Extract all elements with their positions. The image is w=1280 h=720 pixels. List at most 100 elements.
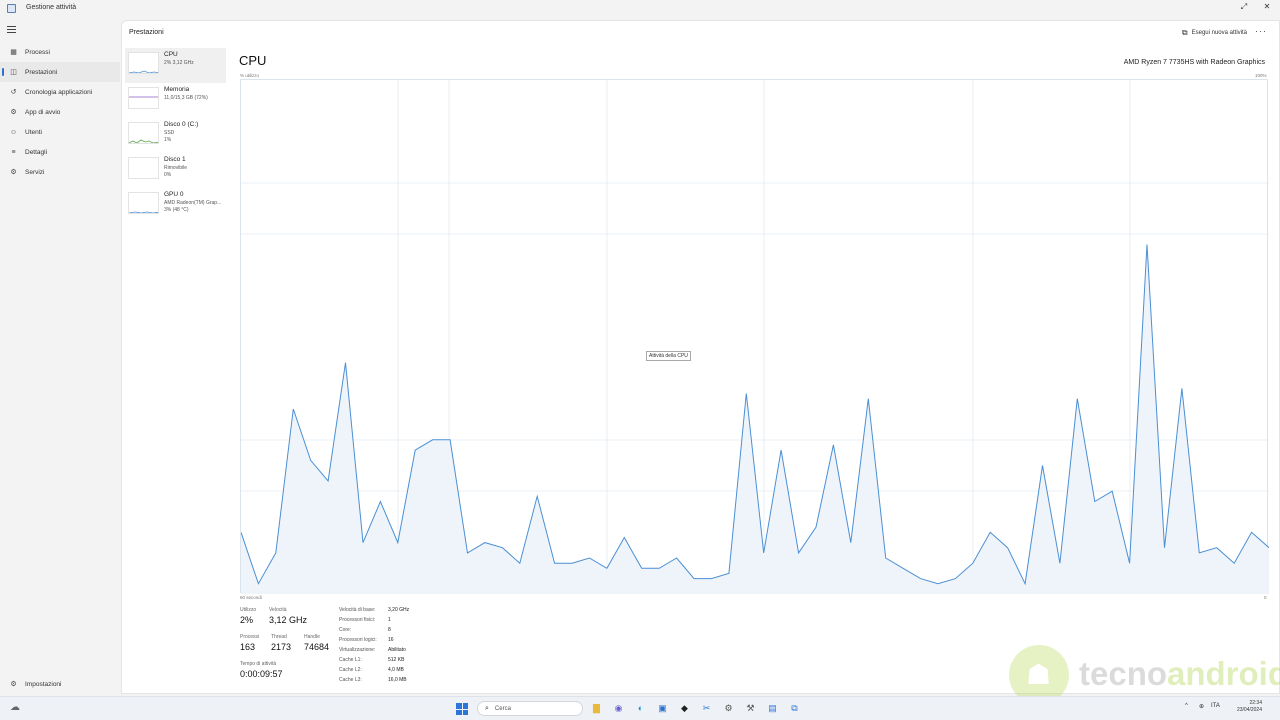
utilization-value: 2%: [240, 615, 254, 625]
weather-icon[interactable]: ☁: [10, 702, 20, 713]
remote-icon[interactable]: ⧉: [788, 702, 801, 715]
cpu-utilization-graph[interactable]: Attività della CPU: [240, 79, 1269, 594]
android-robot-icon: ☗: [1026, 659, 1052, 690]
tray-language[interactable]: ITA: [1211, 703, 1220, 709]
perf-item-name: Memoria: [164, 86, 190, 93]
title-bar: Gestione attività ⤢ ✕: [0, 0, 1280, 18]
task-manager-icon[interactable]: ▤: [766, 702, 779, 715]
taskbar-search[interactable]: ⌕ Cerca: [477, 701, 583, 716]
network-icon[interactable]: ⊕: [1199, 703, 1204, 710]
detail-label: Velocità di base:: [339, 607, 376, 613]
detail-value: 512 KB: [388, 657, 405, 663]
clock[interactable]: 22:34 23/04/2024: [1228, 700, 1262, 714]
sidebar-item-label: Cronologia applicazioni: [25, 88, 93, 96]
edge-icon[interactable]: ◐: [634, 702, 647, 715]
search-icon: ⌕: [485, 704, 489, 712]
handles-value: 74684: [304, 642, 330, 652]
graph-y-label: % utilizzo: [240, 73, 260, 78]
perf-item-name: CPU: [164, 51, 178, 58]
more-options-button[interactable]: ···: [1255, 26, 1267, 36]
perf-item-name: Disco 0 (C:): [164, 121, 199, 128]
sidebar-item-startup[interactable]: ⚙ App di avvio: [0, 102, 120, 122]
perf-item-name: Disco 1: [164, 156, 186, 163]
settings-icon[interactable]: ⚙: [722, 702, 735, 715]
speed-value: 3,12 GHz: [269, 615, 308, 625]
detail-label: Virtualizzazione:: [339, 647, 376, 653]
run-task-icon: ⧉: [1181, 28, 1188, 37]
gear-icon: ⚙: [10, 681, 17, 688]
performance-device-list: CPU 2% 3,12 GHz Memoria 11,0/15,3 GB (72%) D…: [125, 48, 226, 223]
cpu-stats: Utilizzo 2% Velocità 3,12 GHz Processi 1…: [240, 607, 640, 687]
perf-item-disco-1[interactable]: Disco 1 Rimovibile 0%: [125, 153, 226, 188]
perf-item-disco-0-c[interactable]: Disco 0 (C:) SSD 1%: [125, 118, 226, 153]
hamburger-menu-icon[interactable]: [7, 26, 16, 35]
history-icon: ↺: [10, 89, 17, 96]
graph-max-label: 100%: [1255, 73, 1267, 78]
graph-time-label: 60 secondi: [240, 595, 262, 600]
sidebar-item-processes[interactable]: ▦ Processi: [0, 42, 120, 62]
perf-item-name: GPU 0: [164, 191, 184, 198]
threads-label: Thread: [271, 634, 287, 640]
perf-item-detail: 0%: [164, 172, 172, 178]
detail-value: 16: [388, 637, 394, 643]
details-icon: ≡: [11, 148, 16, 156]
detail-label: Core:: [339, 627, 352, 633]
tools-icon[interactable]: ⚒: [744, 702, 757, 715]
detail-label: Processori logici:: [339, 637, 377, 643]
sidebar-item-performance[interactable]: ◫ Prestazioni: [0, 62, 120, 82]
sidebar-item-history[interactable]: ↺ Cronologia applicazioni: [0, 82, 120, 102]
perf-item-detail: 1%: [164, 137, 172, 143]
processes-label: Processi: [240, 634, 260, 640]
detail-label: Cache L1:: [339, 657, 362, 663]
sidebar-item-settings[interactable]: ⚙ Impostazioni: [0, 676, 120, 692]
detail-label: Cache L2:: [339, 667, 362, 673]
perf-item-detail: 3% (48 °C): [164, 207, 189, 213]
detail-value: 4,0 MB: [388, 667, 404, 673]
clock-time: 22:34: [1249, 700, 1262, 706]
sidebar-item-label: Dettagli: [25, 148, 48, 156]
uptime-label: Tempo di attività: [240, 661, 277, 667]
sidebar-item-label: App di avvio: [25, 108, 61, 116]
speed-label: Velocità: [269, 607, 287, 613]
run-new-task-button[interactable]: ⧉ Esegui nuova attività: [1182, 28, 1247, 38]
cpu-graph-svg: [241, 80, 1269, 594]
perf-thumbnail: [128, 52, 159, 74]
perf-item-detail: Rimovibile: [164, 165, 188, 171]
perf-item-detail: AMD Radeon(TM) Grap...: [164, 200, 222, 206]
file-explorer-icon[interactable]: ▇: [590, 702, 603, 715]
perf-item-detail: SSD: [164, 130, 175, 136]
perf-item-detail: 2% 3,12 GHz: [164, 60, 194, 66]
chat-icon[interactable]: ◉: [612, 702, 625, 715]
perf-item-cpu[interactable]: CPU 2% 3,12 GHz: [125, 48, 226, 83]
utilization-label: Utilizzo: [240, 607, 257, 613]
clock-date: 23/04/2024: [1236, 707, 1262, 713]
detail-value: 3,20 GHz: [388, 607, 410, 613]
startup-icon: ⚙: [10, 109, 17, 116]
app-icon[interactable]: ◆: [678, 702, 691, 715]
sidebar-item-services[interactable]: ⚙ Servizi: [0, 162, 120, 182]
perf-item-detail: 11,0/15,3 GB (72%): [164, 95, 208, 101]
close-icon[interactable]: ✕: [1260, 2, 1274, 11]
minimize-icon[interactable]: ⤢: [1237, 2, 1251, 12]
perf-thumbnail: [128, 157, 159, 179]
sidebar-item-details[interactable]: ≡ Dettagli: [0, 142, 120, 162]
start-button[interactable]: [456, 703, 468, 715]
sidebar-item-label: Prestazioni: [25, 68, 58, 76]
perf-thumbnail: [128, 87, 159, 109]
sidebar-item-users[interactable]: ☺ Utenti: [0, 122, 120, 142]
processes-icon: ▦: [10, 49, 17, 56]
graph-tooltip: Attività della CPU: [646, 351, 691, 361]
chevron-up-icon[interactable]: ^: [1185, 703, 1188, 709]
sidebar-item-label: Impostazioni: [25, 680, 62, 688]
handles-label: Handle: [304, 634, 320, 640]
snipping-icon[interactable]: ✂: [700, 702, 713, 715]
detail-value: 1: [388, 617, 391, 623]
perf-item-gpu-0[interactable]: GPU 0 AMD Radeon(TM) Grap... 3% (48 °C): [125, 188, 226, 223]
store-icon[interactable]: ▣: [656, 702, 669, 715]
cpu-heading: CPU: [239, 53, 267, 68]
performance-panel: Prestazioni ⧉ Esegui nuova attività ··· …: [121, 20, 1280, 694]
users-icon: ☺: [9, 128, 18, 136]
task-manager-icon: [7, 4, 16, 13]
perf-item-memoria[interactable]: Memoria 11,0/15,3 GB (72%): [125, 83, 226, 118]
services-icon: ⚙: [10, 169, 17, 176]
